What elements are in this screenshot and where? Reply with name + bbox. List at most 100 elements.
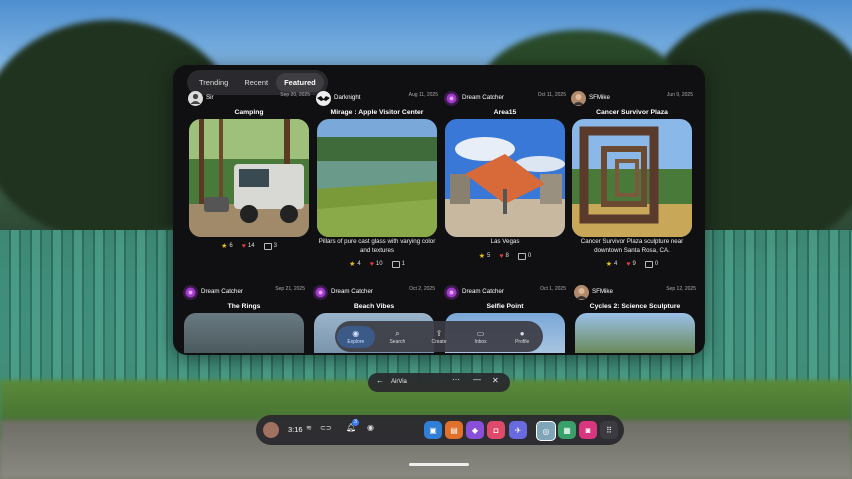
compass-icon: ◉ xyxy=(352,328,360,338)
post-image[interactable] xyxy=(575,313,695,353)
post-date: Aug 11, 2025 xyxy=(408,92,438,98)
comment-count: 0 xyxy=(654,261,659,267)
post-title: Selfie Point xyxy=(486,303,524,310)
comment-stat[interactable]: 0 xyxy=(517,252,532,260)
post-stats: ★ 6 ♥ 14 3 xyxy=(188,242,310,250)
apps-grid-icon[interactable]: ⠿ xyxy=(600,421,618,439)
avatar[interactable] xyxy=(316,91,331,106)
username[interactable]: Dream Catcher xyxy=(462,288,504,295)
star-icon: ★ xyxy=(349,261,356,268)
back-arrow-icon[interactable]: ← xyxy=(376,376,384,385)
comment-icon xyxy=(644,260,653,268)
like-count: 10 xyxy=(375,261,383,267)
search-icon: ⌕ xyxy=(395,328,400,338)
messenger-icon[interactable]: ✈ xyxy=(509,421,527,439)
username[interactable]: SFMike xyxy=(589,94,610,101)
avatar[interactable] xyxy=(444,91,459,106)
post-image[interactable] xyxy=(572,119,692,237)
home-indicator[interactable] xyxy=(409,463,469,466)
post-image[interactable] xyxy=(189,119,309,237)
post-image[interactable] xyxy=(184,313,304,353)
username[interactable]: Darknight xyxy=(334,94,360,101)
post-header: Dream Catcher Oct 1, 2025 xyxy=(444,284,566,302)
star-icon: ★ xyxy=(221,243,228,250)
post-title: Camping xyxy=(234,109,264,116)
clock[interactable]: 3:16 xyxy=(288,425,303,434)
nav-label: Create xyxy=(431,338,447,345)
post-image[interactable] xyxy=(317,119,437,237)
nav-label: Explore xyxy=(347,338,365,345)
like-count: 9 xyxy=(632,261,636,267)
airvia-icon[interactable]: ◎ xyxy=(536,421,556,441)
inbox-icon: ▭ xyxy=(476,328,485,338)
rating-stat[interactable]: ★ 4 xyxy=(349,260,361,268)
minimize-icon[interactable]: — xyxy=(473,375,481,384)
avatar[interactable] xyxy=(183,285,198,300)
nav-inbox[interactable]: ▭ Inbox xyxy=(462,329,500,345)
like-stat[interactable]: ♥ 14 xyxy=(242,242,255,250)
star-count: 5 xyxy=(487,253,491,259)
rating-stat[interactable]: ★ 4 xyxy=(606,260,618,268)
nav-label: Inbox xyxy=(474,338,487,345)
username[interactable]: Dream Catcher xyxy=(331,288,373,295)
star-icon: ★ xyxy=(605,261,613,268)
username[interactable]: SFMike xyxy=(592,288,613,295)
comment-count: 0 xyxy=(527,253,532,259)
post-caption: Cancer Survivor Plaza sculpture near dow… xyxy=(580,238,684,254)
avatar[interactable] xyxy=(188,91,203,106)
user-avatar[interactable] xyxy=(263,422,279,438)
camera-icon[interactable]: ◘ xyxy=(487,421,505,439)
rating-stat[interactable]: ★ 5 xyxy=(479,252,491,260)
heart-icon: ♥ xyxy=(369,260,374,268)
window-title-bar[interactable]: ← AirVia ⋯ — ✕ xyxy=(368,373,510,392)
gallery-icon[interactable]: ▣ xyxy=(424,421,442,439)
like-stat[interactable]: ♥ 8 xyxy=(499,252,509,260)
post-title: Cycles 2: Science Sculpture xyxy=(589,303,681,310)
nav-explore[interactable]: ◉ Explore xyxy=(336,325,375,348)
username[interactable]: Dream Catcher xyxy=(201,288,243,295)
rating-stat[interactable]: ★ 6 xyxy=(221,242,233,250)
app-name: AirVia xyxy=(391,379,407,385)
post-date: Oct 11, 2025 xyxy=(537,92,566,98)
post-title: Beach Vibes xyxy=(353,303,395,310)
avatar[interactable] xyxy=(313,285,328,300)
post-date: Jun 9, 2025 xyxy=(666,92,693,98)
star-count: 4 xyxy=(614,261,618,267)
post-image[interactable] xyxy=(445,119,565,237)
avatar[interactable] xyxy=(574,285,589,300)
wifi-icon[interactable]: ≋ xyxy=(306,424,312,432)
post-header: Dream Catcher Oct 11, 2025 xyxy=(444,90,566,108)
nav-search[interactable]: ⌕ Search xyxy=(378,329,416,345)
post-stats: ★ 4 ♥ 10 1 xyxy=(316,260,438,268)
post-header: SFMike Jun 9, 2025 xyxy=(571,90,693,108)
nav-create[interactable]: ⇪ Create xyxy=(420,329,458,345)
comment-count: 1 xyxy=(401,261,405,267)
eye-icon[interactable]: ◉ xyxy=(367,423,374,432)
store-icon[interactable]: ▤ xyxy=(445,421,463,439)
like-stat[interactable]: ♥ 9 xyxy=(626,260,636,268)
comment-stat[interactable]: 0 xyxy=(644,260,659,268)
nav-profile[interactable]: ● Profile xyxy=(503,329,541,345)
username[interactable]: Dream Catcher xyxy=(462,94,504,101)
post-date: Oct 2, 2025 xyxy=(409,286,435,292)
more-options-icon[interactable]: ⋯ xyxy=(452,375,460,384)
comment-stat[interactable]: 3 xyxy=(263,242,277,250)
username[interactable]: Sir xyxy=(206,94,214,101)
instagram-icon[interactable]: ◙ xyxy=(579,421,597,439)
files-icon[interactable]: ▦ xyxy=(558,421,576,439)
avatar[interactable] xyxy=(571,91,586,106)
comment-count: 3 xyxy=(273,243,277,249)
comment-stat[interactable]: 1 xyxy=(391,260,405,268)
like-stat[interactable]: ♥ 10 xyxy=(370,260,383,268)
post-caption: Pillars of pure cast glass with varying … xyxy=(318,238,436,254)
avatar[interactable] xyxy=(444,285,459,300)
comment-icon xyxy=(263,242,272,250)
chat-icon[interactable]: ◆ xyxy=(466,421,484,439)
headset-battery-icon[interactable]: ⊂⊃ xyxy=(320,424,332,432)
close-icon[interactable]: ✕ xyxy=(492,376,499,385)
post-date: Oct 1, 2025 xyxy=(540,286,566,292)
post-stats: ★ 5 ♥ 8 0 xyxy=(444,252,566,260)
person-icon: ● xyxy=(519,328,525,338)
post-caption: Las Vegas xyxy=(490,238,520,245)
post-header: Dream Catcher Sep 21, 2025 xyxy=(183,284,305,302)
